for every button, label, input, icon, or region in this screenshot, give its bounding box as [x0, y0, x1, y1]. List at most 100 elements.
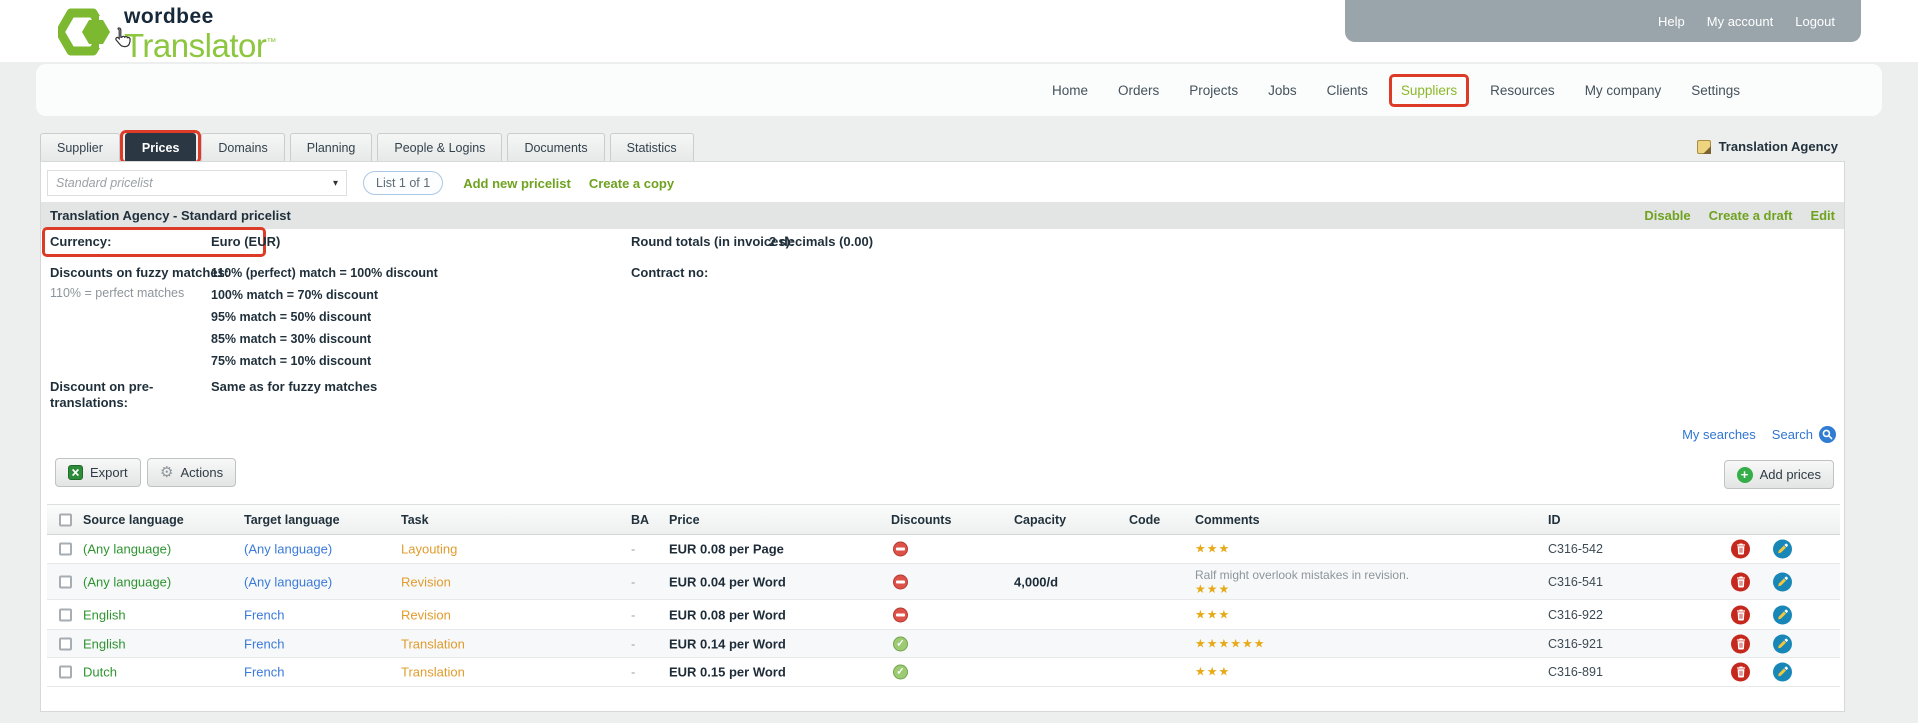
nav-item-resources[interactable]: Resources: [1490, 83, 1555, 98]
search-link[interactable]: Search: [1772, 427, 1813, 442]
cell-comments: Ralf might overlook mistakes in revision…: [1195, 568, 1409, 596]
cell-task[interactable]: Layouting: [401, 542, 457, 557]
tab-supplier[interactable]: Supplier: [40, 133, 120, 161]
cell-task[interactable]: Revision: [401, 574, 451, 589]
account-link-help[interactable]: Help: [1658, 14, 1685, 29]
edit-icon[interactable]: [1773, 605, 1792, 624]
nav-item-projects[interactable]: Projects: [1189, 83, 1238, 98]
nav-item-home[interactable]: Home: [1052, 83, 1088, 98]
cell-target-language[interactable]: French: [244, 636, 284, 651]
cell-source-language[interactable]: Dutch: [83, 665, 117, 680]
pricelist-details: Currency: Euro (EUR) Round totals (in in…: [41, 229, 1844, 441]
cell-source-language[interactable]: (Any language): [83, 574, 171, 589]
prices-table: Source languageTarget languageTaskBAPric…: [47, 504, 1840, 687]
nav-item-orders[interactable]: Orders: [1118, 83, 1159, 98]
cursor-hand-icon: [110, 26, 134, 57]
table-header: Source languageTarget languageTaskBAPric…: [47, 504, 1840, 535]
wordbee-logo[interactable]: wordbee Translator™: [58, 4, 276, 65]
edit-link[interactable]: Edit: [1810, 208, 1835, 223]
cell-task[interactable]: Translation: [401, 665, 465, 680]
actions-button[interactable]: ⚙ Actions: [147, 458, 236, 487]
tab-planning[interactable]: Planning: [290, 133, 373, 161]
tab-prices[interactable]: Prices: [125, 133, 197, 161]
cell-task[interactable]: Translation: [401, 636, 465, 651]
table-row: EnglishFrenchTranslation-EUR 0.14 per Wo…: [47, 630, 1840, 658]
fuzzy-discounts-subtext: 110% = perfect matches: [50, 286, 184, 300]
export-button[interactable]: Export: [55, 458, 141, 487]
cell-target-language[interactable]: (Any language): [244, 574, 332, 589]
account-link-logout[interactable]: Logout: [1795, 14, 1835, 29]
cell-target-language[interactable]: French: [244, 665, 284, 680]
note-icon: [1697, 140, 1711, 154]
cell-id: C316-541: [1548, 575, 1603, 589]
delete-icon[interactable]: [1731, 605, 1750, 624]
add-prices-button[interactable]: + Add prices: [1724, 460, 1834, 489]
add-new-pricelist-link[interactable]: Add new pricelist: [463, 176, 571, 191]
cell-task[interactable]: Revision: [401, 607, 451, 622]
select-all-checkbox[interactable]: [59, 513, 72, 526]
cell-source-language[interactable]: English: [83, 636, 126, 651]
cell-source-language[interactable]: (Any language): [83, 542, 171, 557]
search-icon[interactable]: [1819, 426, 1836, 443]
cell-source-language[interactable]: English: [83, 607, 126, 622]
tab-domains[interactable]: Domains: [201, 133, 284, 161]
column-header-comments: Comments: [1195, 513, 1260, 527]
comment-text: Ralf might overlook mistakes in revision…: [1195, 568, 1409, 583]
tab-documents[interactable]: Documents: [507, 133, 604, 161]
my-searches-link[interactable]: My searches: [1682, 427, 1756, 442]
fuzzy-line: 100% match = 70% discount: [211, 284, 438, 306]
edit-icon[interactable]: [1773, 663, 1792, 682]
table-row: EnglishFrenchRevision-EUR 0.08 per Word★…: [47, 600, 1840, 630]
fuzzy-line: 110% (perfect) match = 100% discount: [211, 262, 438, 284]
delete-icon[interactable]: [1731, 540, 1750, 559]
edit-icon[interactable]: [1773, 572, 1792, 591]
cell-comments: ★★★: [1195, 608, 1230, 621]
column-header-capacity: Capacity: [1014, 513, 1066, 527]
column-header-code: Code: [1129, 513, 1160, 527]
edit-icon[interactable]: [1773, 634, 1792, 653]
cell-id: C316-921: [1548, 637, 1603, 651]
disable-link[interactable]: Disable: [1644, 208, 1690, 223]
pricelist-select[interactable]: Standard pricelist ▾: [47, 170, 347, 196]
delete-icon[interactable]: [1731, 572, 1750, 591]
fuzzy-line: 85% match = 30% discount: [211, 328, 438, 350]
row-checkbox[interactable]: [59, 608, 72, 621]
delete-icon[interactable]: [1731, 663, 1750, 682]
column-header-id: ID: [1548, 513, 1561, 527]
cell-capacity: 4,000/d: [1014, 574, 1058, 589]
cell-comments: ★★★: [1195, 543, 1230, 556]
delete-icon[interactable]: [1731, 634, 1750, 653]
row-checkbox[interactable]: [59, 637, 72, 650]
search-links: My searches Search: [1682, 426, 1836, 443]
currency-value: Euro (EUR): [211, 234, 280, 249]
context-company-name: Translation Agency: [1719, 139, 1838, 154]
account-link-my-account[interactable]: My account: [1707, 14, 1773, 29]
create-a-copy-link[interactable]: Create a copy: [589, 176, 674, 191]
cell-ba: -: [631, 636, 635, 651]
cell-target-language[interactable]: (Any language): [244, 542, 332, 557]
pricelist-title: Translation Agency - Standard pricelist: [50, 208, 291, 223]
nav-item-clients[interactable]: Clients: [1327, 83, 1368, 98]
column-header-target-language: Target language: [244, 513, 340, 527]
context-company-label: Translation Agency: [1697, 139, 1838, 154]
row-checkbox[interactable]: [59, 666, 72, 679]
cell-ba: -: [631, 607, 635, 622]
tab-people-logins[interactable]: People & Logins: [377, 133, 502, 161]
cell-price: EUR 0.08 per Page: [669, 542, 784, 557]
edit-icon[interactable]: [1773, 540, 1792, 559]
nav-item-jobs[interactable]: Jobs: [1268, 83, 1297, 98]
row-checkbox[interactable]: [59, 575, 72, 588]
cell-ba: -: [631, 542, 635, 557]
table-row: DutchFrenchTranslation-EUR 0.15 per Word…: [47, 658, 1840, 687]
chevron-down-icon: ▾: [333, 178, 338, 189]
nav-item-suppliers[interactable]: Suppliers: [1389, 74, 1469, 107]
nav-item-my-company[interactable]: My company: [1585, 83, 1662, 98]
contract-no-label: Contract no:: [631, 265, 708, 280]
pricelist-links: Add new pricelist Create a copy: [463, 176, 674, 191]
cell-price: EUR 0.15 per Word: [669, 665, 786, 680]
create-a-draft-link[interactable]: Create a draft: [1709, 208, 1793, 223]
nav-item-settings[interactable]: Settings: [1691, 83, 1740, 98]
row-checkbox[interactable]: [59, 543, 72, 556]
cell-target-language[interactable]: French: [244, 607, 284, 622]
tab-statistics[interactable]: Statistics: [610, 133, 694, 161]
